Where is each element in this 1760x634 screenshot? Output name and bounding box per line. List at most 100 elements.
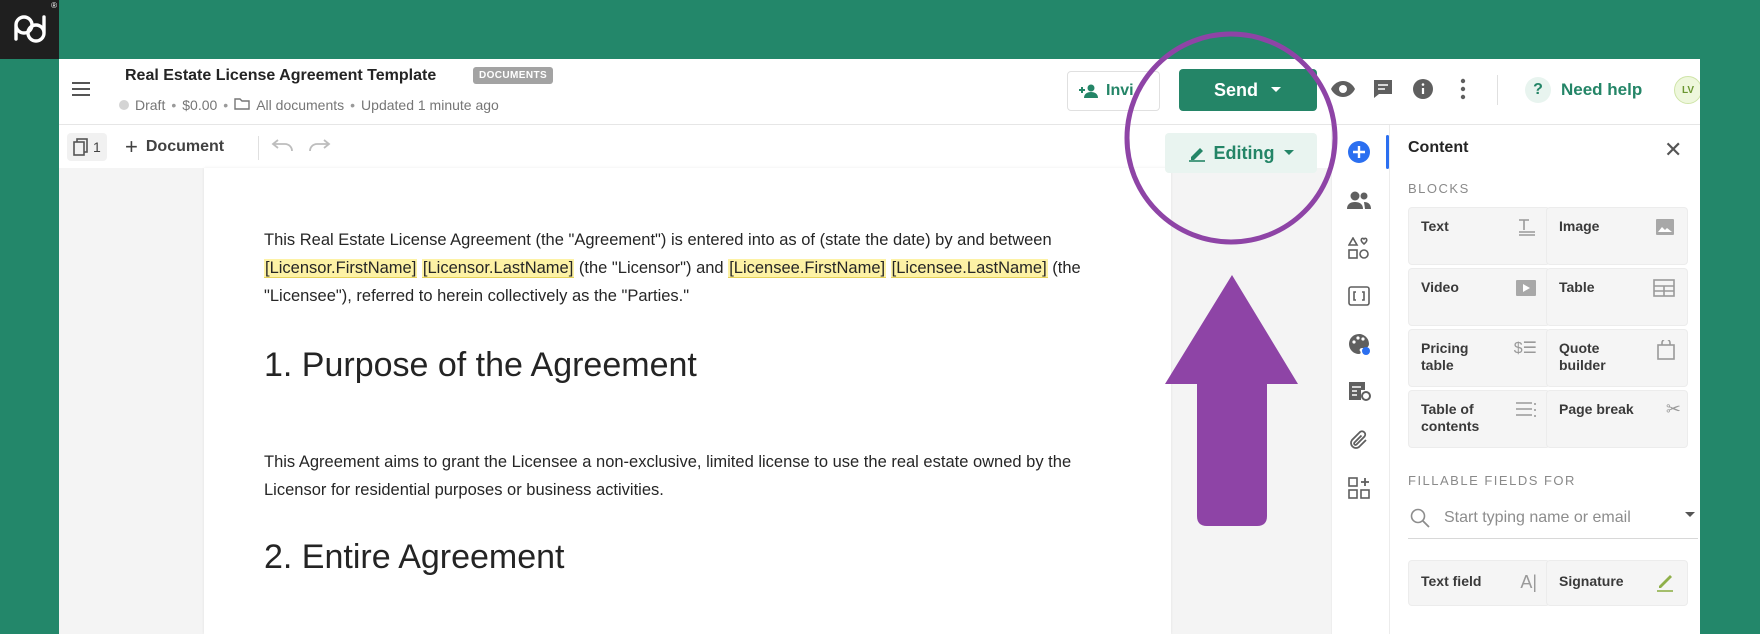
block-table-of-contents[interactable]: Table of contents: [1408, 390, 1550, 448]
heading-entire-agreement[interactable]: 2. Entire Agreement: [264, 538, 565, 577]
text-field-icon: A|: [1520, 572, 1537, 592]
toolbar-divider: [258, 136, 259, 160]
video-icon: [1515, 279, 1537, 301]
block-video[interactable]: Video: [1408, 268, 1550, 326]
chevron-down-icon: [1685, 512, 1695, 517]
field-text[interactable]: Text field A|: [1408, 560, 1550, 606]
invite-label: Invi: [1106, 82, 1134, 99]
fillable-fields-label: FILLABLE FIELDS FOR: [1408, 473, 1576, 488]
pages-button[interactable]: 1: [67, 133, 107, 161]
variable-licensor-lastname[interactable]: [Licensor.LastName]: [421, 259, 575, 278]
meta-separator: •: [223, 97, 229, 113]
right-sidebar-rail: [1331, 125, 1389, 634]
intro-text: (the "Licensor") and: [574, 259, 729, 277]
apps-integrations-icon[interactable]: [1344, 473, 1374, 503]
header-bar: Real Estate License Agreement Template D…: [59, 59, 1700, 125]
block-label: Page break: [1559, 401, 1634, 417]
pages-icon: [73, 138, 88, 156]
document-canvas: This Real Estate License Agreement (the …: [59, 168, 1331, 634]
intro-paragraph[interactable]: This Real Estate License Agreement (the …: [264, 226, 1114, 310]
block-label: Table of contents: [1421, 401, 1480, 434]
app-window: Real Estate License Agreement Template D…: [59, 59, 1700, 634]
chevron-down-icon: [1271, 87, 1281, 92]
pencil-icon: [1188, 148, 1205, 162]
add-document-button[interactable]: + Document: [125, 133, 224, 161]
image-icon: [1655, 218, 1675, 240]
editing-mode-button[interactable]: Editing: [1165, 133, 1317, 173]
plus-icon: +: [125, 134, 138, 159]
block-page-break[interactable]: Page break ✂: [1546, 390, 1688, 448]
quote-builder-icon: [1657, 338, 1675, 364]
invite-button[interactable]: Invi: [1067, 71, 1160, 111]
need-help-button[interactable]: ? Need help: [1525, 69, 1642, 111]
block-label: Pricing table: [1421, 340, 1469, 373]
status-text: Draft: [135, 97, 166, 113]
intro-text: This Real Estate License Agreement (the …: [264, 231, 1052, 249]
help-icon: ?: [1525, 77, 1551, 103]
status-dot-icon: [119, 100, 129, 110]
editing-label: Editing: [1213, 142, 1275, 163]
info-icon[interactable]: [1409, 75, 1437, 103]
variable-licensee-lastname[interactable]: [Licensee.LastName]: [890, 259, 1048, 278]
purpose-paragraph[interactable]: This Agreement aims to grant the License…: [264, 448, 1114, 504]
field-label: Text field: [1421, 573, 1482, 589]
page-count: 1: [93, 139, 101, 155]
search-icon: [1410, 508, 1430, 528]
meta-separator: •: [171, 97, 177, 113]
block-pricing-table[interactable]: Pricing table $☰: [1408, 329, 1550, 387]
heading-purpose[interactable]: 1. Purpose of the Agreement: [264, 346, 697, 385]
design-palette-icon[interactable]: [1344, 329, 1374, 359]
add-user-icon: [1079, 84, 1098, 98]
redo-icon[interactable]: [307, 138, 331, 157]
send-button[interactable]: Send: [1179, 69, 1317, 111]
send-label: Send: [1213, 79, 1258, 100]
field-label: Signature: [1559, 573, 1624, 589]
content-panel: Content ✕ BLOCKS Text Image Video Table: [1389, 125, 1700, 634]
registered-mark: ®: [51, 1, 57, 10]
document-page[interactable]: This Real Estate License Agreement (the …: [204, 168, 1171, 634]
field-signature[interactable]: Signature: [1546, 560, 1688, 606]
table-icon: [1653, 279, 1675, 301]
blocks-section-label: BLOCKS: [1408, 181, 1470, 196]
pandadoc-logo: ®: [0, 0, 59, 59]
block-label: Quote builder: [1559, 340, 1606, 373]
search-placeholder: Start typing name or email: [1444, 508, 1631, 526]
chevron-down-icon: [1283, 150, 1294, 155]
meta-separator: •: [350, 97, 356, 113]
block-table[interactable]: Table: [1546, 268, 1688, 326]
scissors-icon: ✂: [1665, 399, 1681, 419]
more-options-icon[interactable]: [1449, 75, 1477, 103]
undo-icon[interactable]: [271, 138, 295, 157]
block-label: Table: [1559, 279, 1595, 295]
variable-licensor-firstname[interactable]: [Licensor.FirstName]: [264, 259, 418, 278]
recipient-search[interactable]: Start typing name or email: [1408, 497, 1698, 539]
add-content-icon[interactable]: [1344, 137, 1374, 167]
folder-icon: [234, 97, 250, 113]
updated-text: Updated 1 minute ago: [361, 97, 499, 113]
embed-code-icon[interactable]: [1344, 281, 1374, 311]
preview-eye-icon[interactable]: [1329, 75, 1357, 103]
pricing-table-icon: $☰: [1513, 340, 1537, 357]
recipients-icon[interactable]: [1344, 185, 1374, 215]
variable-licensee-firstname[interactable]: [Licensee.FirstName]: [728, 259, 887, 278]
user-avatar[interactable]: LV: [1674, 76, 1700, 104]
attachment-icon[interactable]: [1344, 425, 1374, 455]
pen-icon: [1655, 572, 1675, 595]
list-icon: [1515, 401, 1537, 421]
variables-settings-icon[interactable]: [1344, 377, 1374, 407]
folder-link[interactable]: All documents: [256, 97, 344, 113]
close-icon[interactable]: ✕: [1664, 137, 1682, 163]
shapes-icon[interactable]: [1344, 233, 1374, 263]
block-image[interactable]: Image: [1546, 207, 1688, 265]
need-help-label: Need help: [1561, 80, 1643, 99]
menu-icon[interactable]: [69, 77, 93, 101]
block-label: Video: [1421, 279, 1459, 295]
text-icon: [1517, 218, 1537, 240]
block-text[interactable]: Text: [1408, 207, 1550, 265]
document-title[interactable]: Real Estate License Agreement Template: [125, 67, 436, 85]
document-meta: Draft • $0.00 • All documents • Updated …: [119, 97, 499, 113]
comments-icon[interactable]: [1369, 75, 1397, 103]
price-text: $0.00: [182, 97, 218, 113]
block-label: Text: [1421, 218, 1449, 234]
block-quote-builder[interactable]: Quote builder: [1546, 329, 1688, 387]
